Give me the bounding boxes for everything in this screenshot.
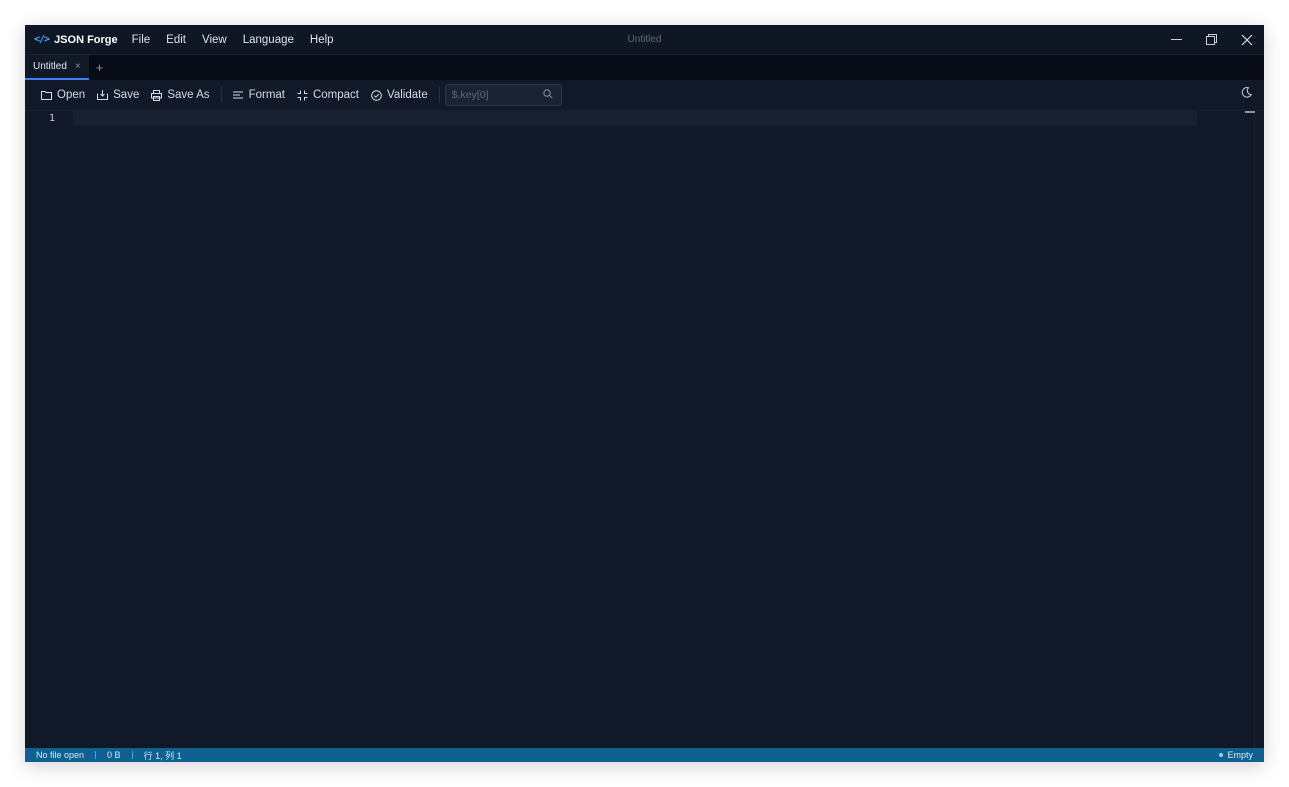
status-state: Empty (1219, 748, 1253, 762)
menu-help[interactable]: Help (302, 34, 342, 46)
validate-label: Validate (387, 89, 428, 101)
code-icon: </> (34, 34, 50, 45)
menu-file[interactable]: File (124, 34, 159, 46)
compress-icon (297, 90, 308, 100)
compact-label: Compact (312, 89, 360, 101)
format-label: Format (248, 89, 285, 101)
scrollbar-thumb[interactable] (1245, 111, 1255, 113)
app-name: JSON Forge (54, 33, 118, 46)
maximize-button[interactable] (1194, 25, 1229, 54)
menu-edit[interactable]: Edit (158, 34, 194, 46)
status-size: 0 B (107, 750, 121, 760)
moon-icon[interactable] (1241, 87, 1252, 98)
format-button[interactable]: Format (227, 83, 291, 107)
close-button[interactable] (1229, 25, 1264, 54)
menu-view[interactable]: View (194, 34, 235, 46)
open-button[interactable]: Open (35, 83, 91, 107)
toolbar: Open Save Save As Format Compact Validat… (25, 80, 1264, 111)
status-cursor-position: 行 1, 列 1 (143, 750, 182, 761)
open-label: Open (57, 89, 86, 101)
new-tab-button[interactable]: + (89, 55, 111, 80)
vertical-scrollbar[interactable] (1245, 111, 1255, 748)
status-file: No file open (36, 750, 85, 760)
toolbar-divider (438, 87, 440, 103)
print-icon (151, 89, 163, 101)
format-lines-icon (232, 91, 243, 98)
save-as-label: Save As (167, 89, 210, 101)
save-icon (97, 90, 109, 100)
status-dot-icon (1219, 753, 1224, 757)
save-button[interactable]: Save (91, 83, 145, 107)
jsonpath-search (444, 84, 562, 106)
compact-button[interactable]: Compact (291, 83, 365, 107)
restore-icon (1206, 34, 1217, 45)
folder-icon (41, 91, 52, 100)
save-as-button[interactable]: Save As (145, 83, 215, 107)
current-line-highlight (73, 111, 1197, 126)
menu-language[interactable]: Language (235, 34, 302, 46)
minimize-icon (1171, 39, 1182, 40)
close-icon (1241, 34, 1252, 45)
toolbar-divider (220, 87, 222, 103)
tab-label: Untitled (33, 61, 67, 72)
code-editor[interactable]: 1 (25, 111, 1264, 748)
tab-bar: Untitled × + (25, 55, 1264, 80)
jsonpath-input[interactable] (445, 89, 537, 101)
save-label: Save (113, 89, 140, 101)
title-bar: </> JSON Forge File Edit View Language H… (25, 25, 1264, 55)
app-brand: </> JSON Forge (25, 34, 118, 46)
validate-button[interactable]: Validate (365, 83, 434, 107)
app-window: </> JSON Forge File Edit View Language H… (25, 25, 1264, 762)
tab-close-icon[interactable]: × (75, 61, 81, 72)
status-state-label: Empty (1227, 750, 1253, 760)
line-number: 1 (49, 113, 56, 124)
window-controls (1159, 25, 1264, 54)
tab-untitled[interactable]: Untitled × (25, 55, 89, 80)
check-circle-icon (371, 89, 382, 101)
status-bar: No file open 0 B 行 1, 列 1 Empty (25, 748, 1264, 762)
menu-bar: File Edit View Language Help (124, 34, 342, 46)
search-icon[interactable] (543, 89, 553, 99)
minimize-button[interactable] (1159, 25, 1194, 54)
